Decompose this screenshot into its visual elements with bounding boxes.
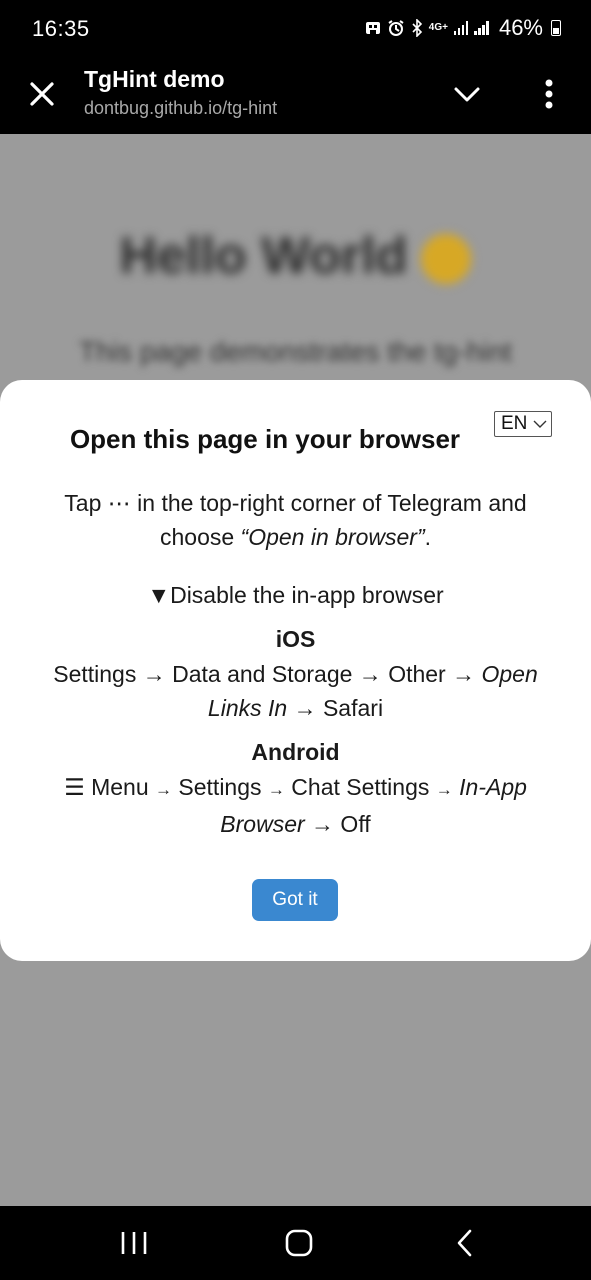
signal-icon bbox=[453, 21, 469, 35]
open-in-browser-modal: EN Open this page in your browser Tap ⋯ … bbox=[0, 380, 591, 961]
ios-heading: iOS bbox=[275, 626, 316, 652]
browser-header: TgHint demo dontbug.github.io/tg-hint bbox=[0, 58, 591, 134]
bluetooth-icon bbox=[412, 19, 422, 37]
sun-emoji-icon bbox=[421, 234, 472, 285]
background-subtext: This page demonstrates the tg-hint bbox=[79, 336, 512, 367]
status-bar: 16:35 4G+ 46% bbox=[0, 0, 591, 58]
status-time: 16:35 bbox=[32, 16, 90, 41]
back-icon bbox=[457, 1229, 472, 1257]
collapse-button[interactable] bbox=[448, 76, 486, 114]
android-heading: Android bbox=[251, 739, 340, 765]
battery-percent: 46% bbox=[498, 15, 543, 40]
hamburger-menu-icon: ☰ bbox=[64, 774, 85, 800]
network-type: 4G+ bbox=[428, 22, 448, 33]
instruction-text: Tap ⋯ in the top-right corner of Telegra… bbox=[64, 490, 527, 550]
navigation-bar bbox=[0, 1206, 591, 1280]
alarm-icon bbox=[388, 20, 404, 36]
page-url: dontbug.github.io/tg-hint bbox=[84, 98, 278, 118]
back-button[interactable] bbox=[445, 1226, 485, 1260]
home-icon bbox=[285, 1229, 313, 1257]
ios-instructions: Settings → Data and Storage → Other → Op… bbox=[53, 661, 538, 721]
home-button[interactable] bbox=[279, 1226, 319, 1260]
disable-label: Disable the in-app browser bbox=[170, 582, 444, 608]
signal-icon-2 bbox=[474, 21, 489, 35]
battery-icon bbox=[551, 20, 561, 36]
chevron-down-icon bbox=[454, 87, 480, 102]
recents-icon bbox=[121, 1232, 147, 1254]
page-title: TgHint demo bbox=[84, 66, 225, 92]
close-icon bbox=[30, 82, 54, 106]
disable-in-app-toggle[interactable]: ▼Disable the in-app browser bbox=[30, 578, 561, 612]
photo-notification-icon bbox=[365, 22, 380, 34]
triangle-down-icon: ▼ bbox=[147, 582, 171, 608]
more-dots-icon: ⋯ bbox=[107, 490, 131, 516]
android-instructions: ☰ Menu → Settings → Chat Settings → In-A… bbox=[64, 774, 527, 837]
recents-button[interactable] bbox=[114, 1226, 154, 1260]
close-button[interactable] bbox=[22, 74, 62, 114]
more-button[interactable] bbox=[532, 74, 566, 114]
background-heading: Hello World bbox=[0, 226, 591, 286]
more-vert-icon bbox=[545, 79, 553, 109]
got-it-button[interactable]: Got it bbox=[252, 879, 338, 921]
chevron-down-icon bbox=[533, 420, 547, 428]
status-icons: 4G+ 46% bbox=[365, 15, 561, 41]
modal-title: Open this page in your browser bbox=[69, 424, 461, 454]
